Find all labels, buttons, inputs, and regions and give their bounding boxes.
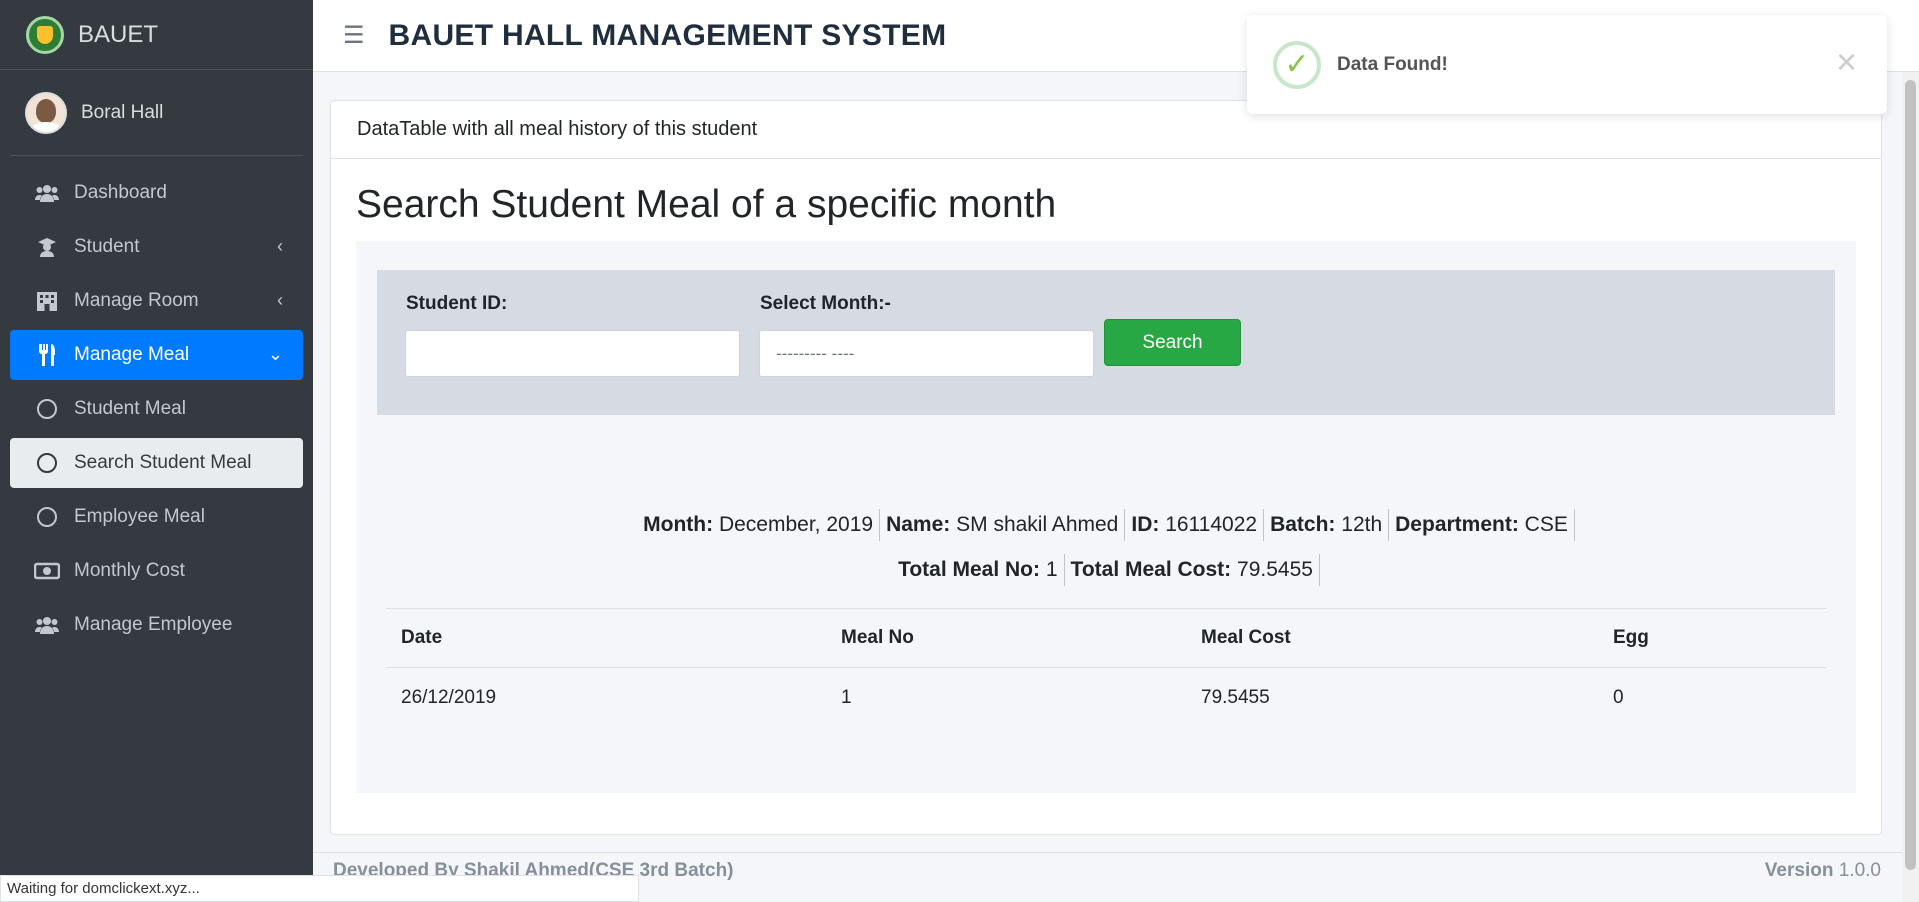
sidebar-item-search-student-meal[interactable]: Search Student Meal bbox=[10, 438, 303, 488]
sidebar-item-dashboard[interactable]: Dashboard bbox=[10, 168, 303, 218]
sidebar-item-label: Manage Meal bbox=[74, 344, 190, 365]
info-month: Month: December, 2019 bbox=[637, 509, 881, 541]
content-card: DataTable with all meal history of this … bbox=[330, 100, 1882, 835]
user-name: Boral Hall bbox=[81, 101, 164, 123]
student-id-label: Student ID: bbox=[406, 293, 508, 314]
sidebar-item-label: Employee Meal bbox=[74, 506, 205, 527]
brand-link[interactable]: BAUET bbox=[0, 0, 313, 70]
utensils-icon bbox=[32, 344, 62, 366]
circle-icon bbox=[32, 453, 62, 473]
search-panel: Student ID: Select Month:- --------- ---… bbox=[356, 241, 1856, 793]
users-icon bbox=[32, 184, 62, 202]
sidebar-item-label: Monthly Cost bbox=[74, 560, 185, 581]
footer-version: Version 1.0.0 bbox=[1764, 860, 1881, 881]
user-panel[interactable]: Boral Hall bbox=[10, 70, 303, 156]
table-header-row: Date Meal No Meal Cost Egg bbox=[386, 608, 1826, 668]
success-toast: ✓ Data Found! × bbox=[1247, 15, 1887, 114]
column-header-meal-no[interactable]: Meal No bbox=[826, 608, 1186, 668]
sidebar-item-manage-meal[interactable]: Manage Meal ⌄ bbox=[10, 330, 303, 380]
sidebar-item-label: Search Student Meal bbox=[74, 452, 252, 473]
column-header-date[interactable]: Date bbox=[386, 608, 826, 668]
brand-logo bbox=[26, 15, 64, 54]
column-header-meal-cost[interactable]: Meal Cost bbox=[1186, 608, 1598, 668]
sidebar-item-label: Student Meal bbox=[74, 398, 186, 419]
table-row: 26/12/2019 1 79.5455 0 bbox=[386, 668, 1826, 729]
circle-icon bbox=[32, 399, 62, 419]
chevron-down-icon: ⌄ bbox=[267, 344, 283, 364]
sidebar-item-label: Manage Employee bbox=[74, 614, 233, 635]
sidebar-item-student-meal[interactable]: Student Meal bbox=[10, 384, 303, 434]
money-icon bbox=[32, 562, 62, 580]
cell-egg: 0 bbox=[1613, 687, 1624, 708]
sidebar-item-label: Dashboard bbox=[74, 182, 167, 203]
building-icon bbox=[32, 291, 62, 311]
student-id-input[interactable] bbox=[405, 330, 740, 377]
search-form: Student ID: Select Month:- --------- ---… bbox=[377, 270, 1835, 415]
avatar bbox=[25, 91, 67, 134]
info-department: Department: CSE bbox=[1389, 509, 1575, 541]
month-input[interactable]: --------- ---- bbox=[759, 330, 1094, 377]
sidebar-item-employee-meal[interactable]: Employee Meal bbox=[10, 492, 303, 542]
brand-name: BAUET bbox=[78, 20, 159, 48]
info-id: ID: 16114022 bbox=[1125, 509, 1265, 541]
cell-date: 26/12/2019 bbox=[401, 687, 497, 708]
sidebar-item-manage-room[interactable]: Manage Room ‹ bbox=[10, 276, 303, 326]
page-title: BAUET HALL MANAGEMENT SYSTEM bbox=[388, 18, 947, 52]
cell-meal-no: 1 bbox=[841, 687, 852, 708]
student-info-row: Month: December, 2019 Name: SM shakil Ah… bbox=[377, 509, 1835, 541]
scrollbar-thumb[interactable] bbox=[1905, 80, 1916, 870]
chevron-left-icon: ‹ bbox=[277, 290, 283, 310]
menu-toggle-icon[interactable]: ☰ bbox=[343, 21, 365, 50]
section-heading: Search Student Meal of a specific month bbox=[356, 183, 1057, 226]
graduate-icon bbox=[32, 237, 62, 257]
check-icon: ✓ bbox=[1273, 40, 1321, 89]
info-batch: Batch: 12th bbox=[1264, 509, 1390, 541]
chevron-left-icon: ‹ bbox=[277, 236, 283, 256]
toast-message: Data Found! bbox=[1337, 53, 1448, 75]
month-label: Select Month:- bbox=[760, 293, 891, 314]
sidebar: BAUET Boral Hall Dashboard Student ‹ Man… bbox=[0, 0, 313, 902]
page-scrollbar[interactable] bbox=[1902, 72, 1919, 902]
info-total-meal: Total Meal No: 1 bbox=[892, 554, 1065, 586]
card-body: Search Student Meal of a specific month … bbox=[331, 159, 1881, 817]
cell-meal-cost: 79.5455 bbox=[1201, 687, 1270, 708]
search-button[interactable]: Search bbox=[1104, 319, 1241, 366]
sidebar-item-manage-employee[interactable]: Manage Employee bbox=[10, 600, 303, 650]
circle-icon bbox=[32, 507, 62, 527]
column-header-egg[interactable]: Egg bbox=[1598, 608, 1826, 668]
info-total-cost: Total Meal Cost: 79.5455 bbox=[1065, 554, 1320, 586]
users-icon bbox=[32, 616, 62, 634]
close-icon[interactable]: × bbox=[1836, 41, 1857, 83]
meal-summary-row: Total Meal No: 1 Total Meal Cost: 79.545… bbox=[377, 554, 1835, 586]
browser-status-bar: Waiting for domclickext.xyz... bbox=[0, 875, 639, 902]
sidebar-item-monthly-cost[interactable]: Monthly Cost bbox=[10, 546, 303, 596]
sidebar-item-label: Student bbox=[74, 236, 140, 257]
sidebar-nav: Dashboard Student ‹ Manage Room ‹ Manage… bbox=[0, 156, 313, 650]
sidebar-item-student[interactable]: Student ‹ bbox=[10, 222, 303, 272]
sidebar-item-label: Manage Room bbox=[74, 290, 199, 311]
meal-history-table: Date Meal No Meal Cost Egg 26/12/2019 1 … bbox=[386, 608, 1826, 728]
info-name: Name: SM shakil Ahmed bbox=[880, 509, 1126, 541]
